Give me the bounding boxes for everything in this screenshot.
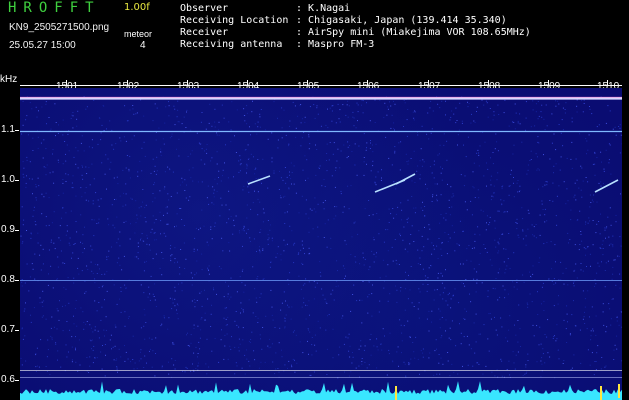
- y-tick: [15, 130, 19, 131]
- noise-layer: [20, 96, 622, 379]
- spectrogram-svg: [20, 96, 622, 400]
- antenna-row: Receiving antenna: Maspro FM-3: [180, 39, 375, 50]
- meteor-ping: [395, 173, 416, 185]
- y-tick-label: 1.0: [1, 174, 15, 185]
- unit-label: kHz: [0, 74, 18, 85]
- signal-peak: [395, 386, 397, 400]
- y-tick-label: 1.1: [1, 124, 15, 135]
- observer-label: Observer: [180, 3, 229, 14]
- y-tick: [15, 180, 19, 181]
- y-tick-label: 0.9: [1, 224, 15, 235]
- antenna-value: Maspro FM-3: [308, 39, 375, 50]
- filename-label: KN9_2505271500.png: [9, 22, 110, 33]
- y-tick: [15, 330, 19, 331]
- antenna-label: Receiving antenna: [180, 39, 283, 50]
- bottom-spectrum-trace: [20, 381, 622, 400]
- x-axis-line: [20, 85, 622, 86]
- location-value: Chigasaki, Japan (139.414 35.340): [308, 15, 507, 26]
- meteor-count: 4: [140, 40, 146, 51]
- datetime-label: 25.05.27 15:00: [9, 40, 76, 51]
- signal-peak: [600, 386, 602, 400]
- y-tick-label: 0.7: [1, 324, 15, 335]
- version-label: 1.00f: [124, 2, 150, 13]
- receiver-row: Receiver: AirSpy mini (Miakejima VOR 108…: [180, 27, 531, 38]
- observer-value: K.Nagai: [308, 3, 351, 14]
- meteor-ping: [594, 179, 619, 193]
- y-tick: [15, 230, 19, 231]
- meteor-label: meteor: [124, 29, 153, 39]
- y-tick-label: 0.6: [1, 374, 15, 385]
- spectrogram[interactable]: [20, 88, 622, 400]
- signal-peak: [618, 384, 620, 398]
- y-tick-label: 0.8: [1, 274, 15, 285]
- receiver-value: AirSpy mini (Miakejima VOR 108.65MHz): [308, 27, 531, 38]
- y-tick: [15, 380, 19, 381]
- location-row: Receiving Location: Chigasaki, Japan (13…: [180, 15, 507, 26]
- receiver-label: Receiver: [180, 27, 229, 38]
- app-title: HROFFT: [8, 0, 101, 16]
- meteor-ping: [247, 175, 271, 185]
- location-label: Receiving Location: [180, 15, 289, 26]
- observer-row: Observer: K.Nagai: [180, 3, 351, 14]
- y-tick: [15, 280, 19, 281]
